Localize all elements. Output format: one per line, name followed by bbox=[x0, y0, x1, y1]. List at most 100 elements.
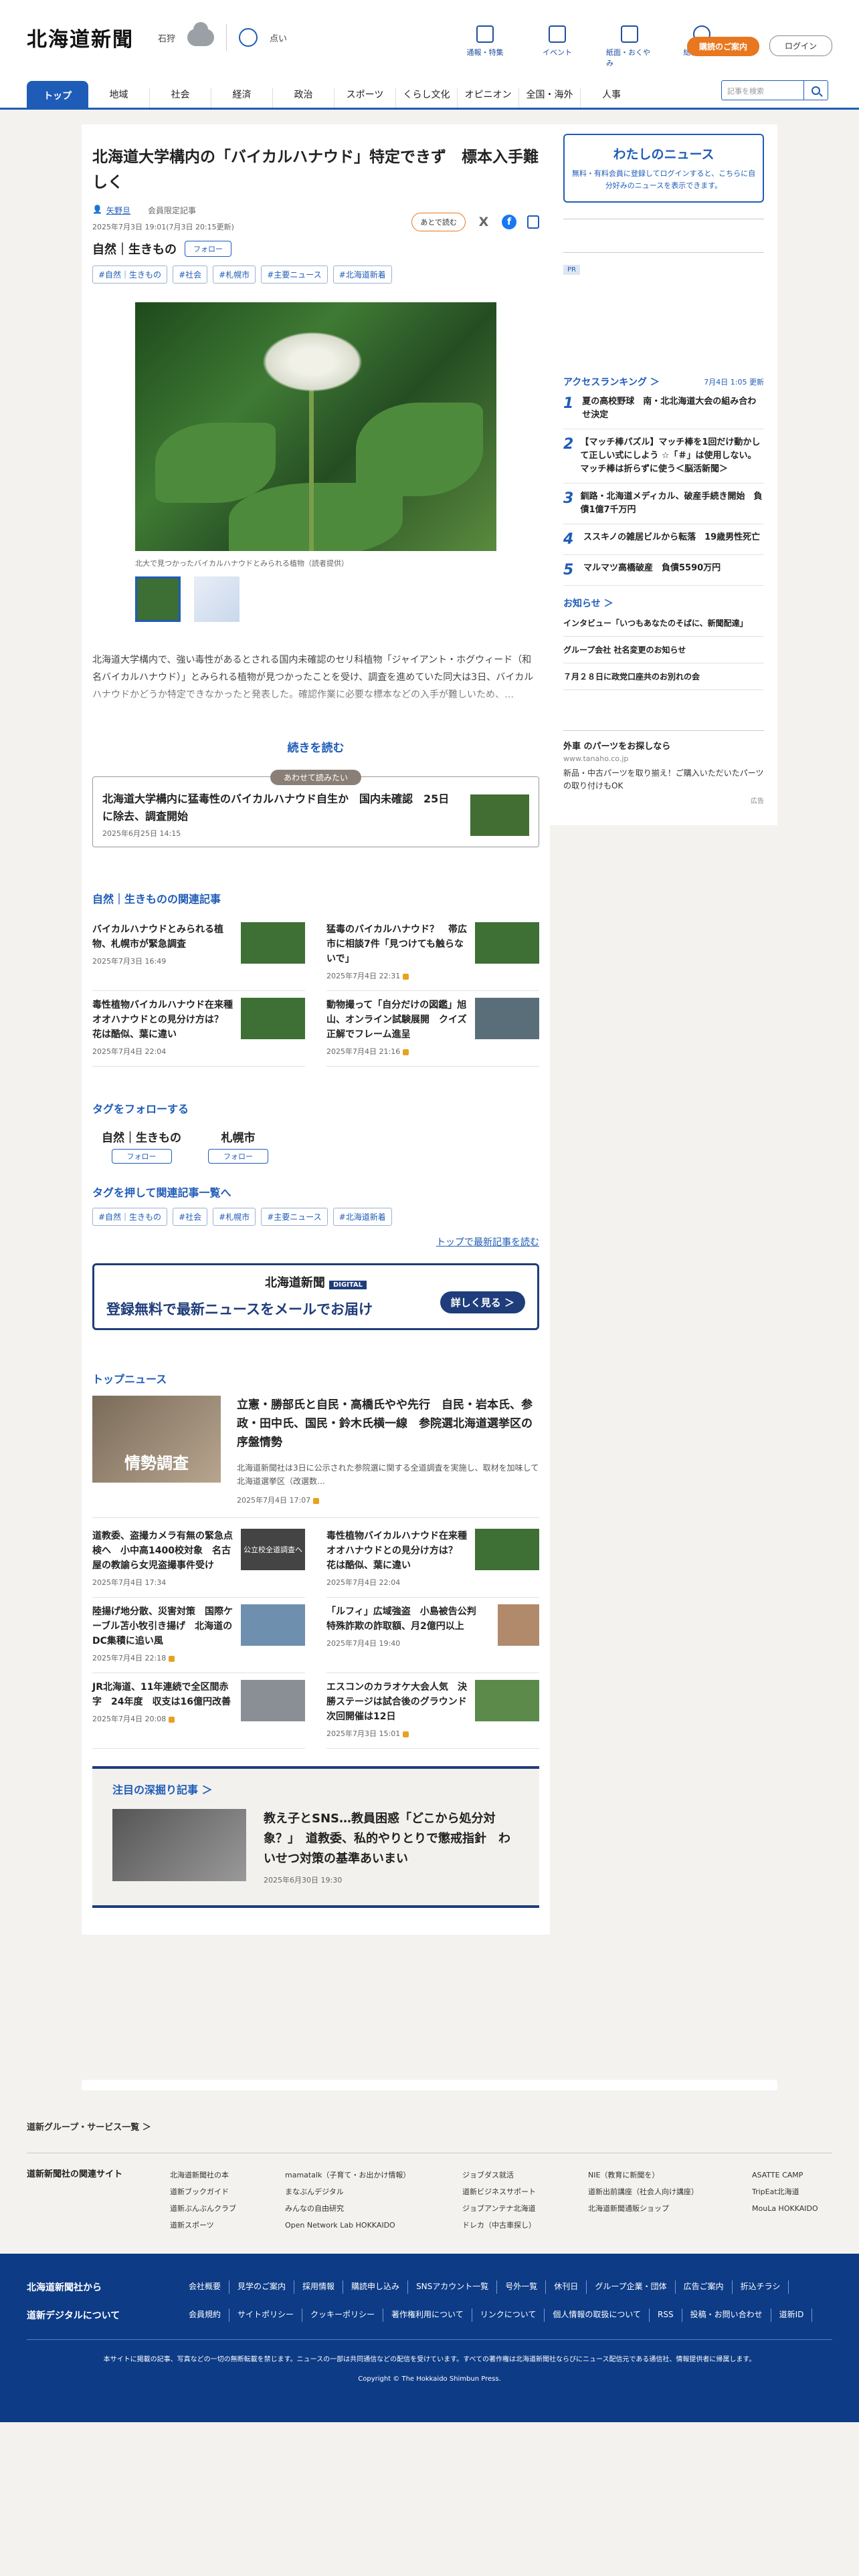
footer-link[interactable]: 道新出前講座（社会人向け講座） bbox=[588, 2183, 752, 2200]
my-news-box[interactable]: わたしのニュース 無料・有料会員に登録してログインすると、こちらに自分好みのニュ… bbox=[563, 134, 764, 203]
footer-link[interactable]: 見学のご案内 bbox=[229, 2280, 295, 2294]
top-news-item[interactable]: 毒性植物バイカルハナウド在来種オオハナウドとの見分け方は？ 花は酷似、葉に違い 2… bbox=[326, 1522, 539, 1598]
tag-link[interactable]: #自然｜生きもの bbox=[92, 1208, 168, 1226]
footer-link[interactable]: 会社概要 bbox=[181, 2280, 230, 2294]
footer-link[interactable]: 道新ブックガイド bbox=[170, 2183, 285, 2200]
related-article[interactable]: 毒性植物バイカルハナウド在来種オオハナウドとの見分け方は？ 花は酷似、葉に違い 2… bbox=[92, 991, 305, 1067]
nav-item-world[interactable]: 全国・海外 bbox=[519, 88, 581, 108]
related-article[interactable]: 猛毒のバイカルハナウド？ 帯広市に相談7件「見つけても触らないで」 2025年7月… bbox=[326, 916, 539, 991]
top-news-item[interactable]: 陸揚げ地分散、災害対策 国際ケーブル苫小牧引き揚げ 北海道のDC集積に追い風 20… bbox=[92, 1598, 305, 1673]
nav-item-economy[interactable]: 経済 bbox=[211, 88, 273, 108]
footer-link[interactable]: 号外一覧 bbox=[497, 2280, 547, 2294]
footer-link[interactable]: 会員規約 bbox=[181, 2309, 230, 2322]
share-icon[interactable] bbox=[527, 215, 539, 229]
tag-link[interactable]: #主要ニュース bbox=[261, 1208, 328, 1226]
tag-link[interactable]: #札幌市 bbox=[213, 1208, 256, 1226]
footer-link[interactable]: 投稿・お問い合わせ bbox=[682, 2309, 771, 2322]
footer-link[interactable]: ジョブダス就活 bbox=[462, 2167, 588, 2183]
nav-item-politics[interactable]: 政治 bbox=[273, 88, 335, 108]
deep-dive-article[interactable]: 教え子とSNS…教員困惑「どこから処分対象？」 道教委、私的やりとりで懲戒指針 … bbox=[112, 1809, 519, 1885]
thumbnail-map[interactable] bbox=[194, 576, 240, 622]
footer-link[interactable]: ASATTE CAMP bbox=[752, 2167, 832, 2183]
article-photo[interactable] bbox=[135, 302, 496, 551]
tag-link[interactable]: #北海道新着 bbox=[332, 265, 392, 284]
footer-link[interactable]: 北海道新聞通販ショップ bbox=[588, 2200, 752, 2217]
ranking-item[interactable]: 4 ススキノの雑居ビルから転落 19歳男性死亡 bbox=[563, 524, 764, 555]
tag-link[interactable]: #札幌市 bbox=[213, 265, 256, 284]
top-news-item[interactable]: 道教委、盗撮カメラ有無の緊急点検へ 小中高1400校対象 名古屋の教諭ら女児盗撮… bbox=[92, 1522, 305, 1598]
footer-link[interactable]: まなぶんデジタル bbox=[285, 2183, 462, 2200]
search-input[interactable]: 記事を検索 bbox=[721, 80, 804, 100]
group-services-link[interactable]: 道新グループ・サービス一覧 ＞ bbox=[27, 2120, 832, 2133]
newsletter-banner[interactable]: 北海道新聞 DIGITAL 登録無料で最新ニュースをメールでお届け 詳しく見る ＞ bbox=[92, 1263, 539, 1330]
notice-heading[interactable]: お知らせ ＞ bbox=[563, 597, 764, 610]
footer-link[interactable]: mamatalk（子育て・お出かけ情報） bbox=[285, 2167, 462, 2183]
thumbnail-photo[interactable] bbox=[135, 576, 181, 622]
footer-link[interactable]: ジョブアンテナ北海道 bbox=[462, 2200, 588, 2217]
footer-link[interactable]: 著作権利用について bbox=[383, 2309, 472, 2322]
footer-link[interactable]: Open Network Lab HOKKAIDO bbox=[285, 2217, 462, 2234]
x-share-icon[interactable]: X bbox=[476, 215, 491, 229]
top-news-item[interactable]: エスコンのカラオケ大会人気 決勝ステージは試合後のグラウンド 次回開催は12日 2… bbox=[326, 1673, 539, 1749]
ranking-item[interactable]: 3 釧路・北海道メディカル、破産手続き開始 負債1億7千万円 bbox=[563, 484, 764, 524]
nav-item-personnel[interactable]: 人事 bbox=[581, 88, 642, 108]
footer-link[interactable]: ドレカ（中古車探し） bbox=[462, 2217, 588, 2234]
nav-item-region[interactable]: 地域 bbox=[88, 88, 150, 108]
ranking-item[interactable]: 5 マルマツ高橋破産 負債5590万円 bbox=[563, 555, 764, 586]
tag-link[interactable]: #社会 bbox=[173, 1208, 208, 1226]
ranking-item[interactable]: 1 夏の高校野球 南・北北海道大会の組み合わせ決定 bbox=[563, 389, 764, 429]
header-link-events[interactable]: イベント bbox=[534, 25, 581, 68]
follow-category-button[interactable]: フォロー bbox=[185, 241, 231, 257]
footer-link[interactable]: 道新スポーツ bbox=[170, 2217, 285, 2234]
nav-item-top[interactable]: トップ bbox=[27, 81, 88, 108]
footer-link[interactable]: リンクについて bbox=[472, 2309, 545, 2322]
latest-news-link[interactable]: トップで最新記事を読む bbox=[92, 1235, 539, 1249]
header-link-paper[interactable]: 紙面・おくやみ bbox=[606, 25, 653, 68]
tag-link[interactable]: #北海道新着 bbox=[332, 1208, 392, 1226]
footer-link[interactable]: RSS bbox=[650, 2309, 682, 2322]
tag-link[interactable]: #主要ニュース bbox=[261, 265, 328, 284]
footer-link[interactable]: サイトポリシー bbox=[229, 2309, 303, 2322]
nav-item-society[interactable]: 社会 bbox=[150, 88, 211, 108]
nav-item-culture[interactable]: くらし文化 bbox=[396, 88, 458, 108]
weather-widget[interactable]: 石狩 点い bbox=[158, 22, 287, 51]
footer-link[interactable]: 道新ID bbox=[771, 2309, 813, 2322]
footer-link[interactable]: 採用情報 bbox=[294, 2280, 344, 2294]
nav-item-opinion[interactable]: オピニオン bbox=[458, 88, 519, 108]
nav-item-sports[interactable]: スポーツ bbox=[335, 88, 396, 108]
footer-link[interactable]: NIE（教育に新聞を） bbox=[588, 2167, 752, 2183]
ranking-item[interactable]: 2 【マッチ棒パズル】マッチ棒を1回だけ動かして正しい式にしよう ☆「＃」は使用し… bbox=[563, 429, 764, 484]
article-category[interactable]: 自然｜生きもの bbox=[92, 240, 177, 257]
footer-link[interactable]: 道新ビジネスサポート bbox=[462, 2183, 588, 2200]
footer-link[interactable]: TripEat北海道 bbox=[752, 2183, 832, 2200]
site-logo[interactable]: 北海道新聞 bbox=[27, 23, 134, 52]
author-link[interactable]: 矢野旦 bbox=[106, 205, 130, 216]
notice-item[interactable]: インタビュー「いつもあなたのそばに、新聞配達」 bbox=[563, 610, 764, 637]
deep-dive-heading[interactable]: 注目の深掘り記事 ＞ bbox=[112, 1781, 519, 1797]
related-article[interactable]: バイカルハナウドとみられる植物、札幌市が緊急調査 2025年7月3日 16:49 bbox=[92, 916, 305, 991]
tag-link[interactable]: #社会 bbox=[173, 265, 208, 284]
ranking-heading[interactable]: アクセスランキング ＞ bbox=[563, 375, 660, 389]
also-read-box[interactable]: あわせて読みたい 北海道大学構内に猛毒性のバイカルハナウド自生か 国内未確認 2… bbox=[92, 770, 539, 847]
related-article[interactable]: 動物撮って「自分だけの図鑑」旭山、オンライン試験展開 クイズ正解でフレーム進呈 2… bbox=[326, 991, 539, 1067]
footer-link[interactable]: 購読申し込み bbox=[343, 2280, 409, 2294]
footer-link[interactable]: 休刊日 bbox=[546, 2280, 587, 2294]
footer-link[interactable]: SNSアカウント一覧 bbox=[408, 2280, 498, 2294]
footer-link[interactable]: 折込チラシ bbox=[733, 2280, 789, 2294]
facebook-share-icon[interactable]: f bbox=[502, 215, 516, 229]
search-button[interactable] bbox=[804, 80, 828, 100]
footer-link[interactable]: 広告ご案内 bbox=[676, 2280, 733, 2294]
footer-link[interactable]: グループ企業・団体 bbox=[587, 2280, 676, 2294]
footer-link[interactable]: MouLa HOKKAIDO bbox=[752, 2200, 832, 2217]
follow-tag-button[interactable]: フォロー bbox=[208, 1149, 268, 1164]
read-more-link[interactable]: 続きを読む bbox=[92, 738, 539, 755]
tag-link[interactable]: #自然｜生きもの bbox=[92, 265, 168, 284]
footer-link[interactable]: みんなの自由研究 bbox=[285, 2200, 462, 2217]
top-news-item[interactable]: 「ルフィ」広域強盗 小島被告公判 特殊詐欺の詐取額、月2億円以上 2025年7月4… bbox=[326, 1598, 539, 1673]
sidebar-ad[interactable]: 外車 のパーツをお探しなら www.tanaho.co.jp 新品・中古パーツを… bbox=[563, 730, 764, 805]
read-later-button[interactable]: あとで読む bbox=[411, 213, 466, 231]
banner-cta-button[interactable]: 詳しく見る ＞ bbox=[440, 1291, 525, 1313]
footer-link[interactable]: 道新ぶんぶんクラブ bbox=[170, 2200, 285, 2217]
top-news-lead[interactable]: 情勢調査 立憲・勝部氏と自民・高橋氏やや先行 自民・岩本氏、参政・田中氏、国民・… bbox=[92, 1396, 539, 1518]
footer-link[interactable]: 個人情報の取扱について bbox=[545, 2309, 650, 2322]
